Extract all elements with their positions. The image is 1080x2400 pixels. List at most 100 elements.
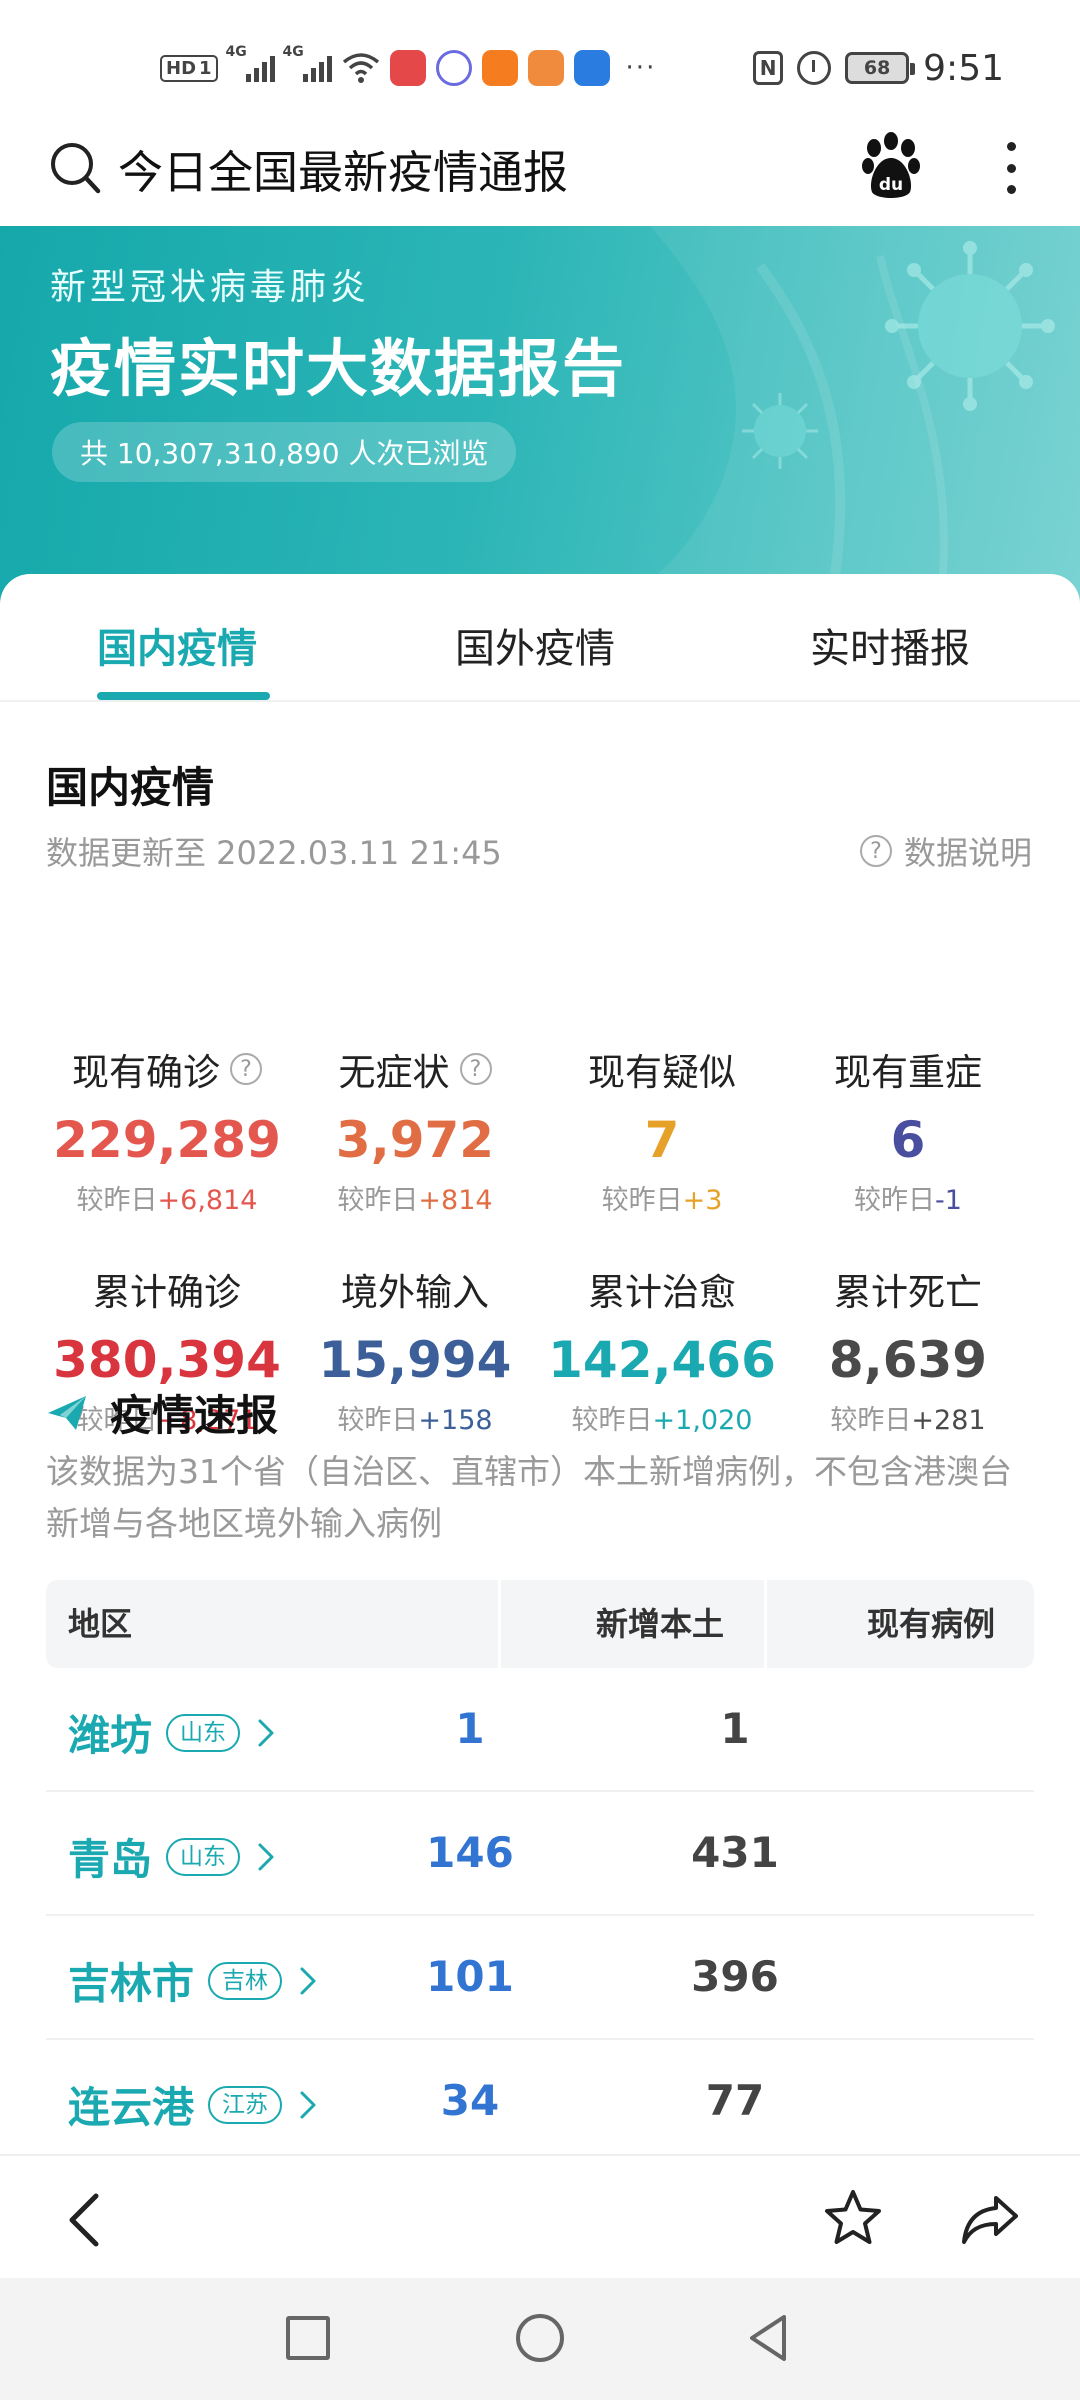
region-cell[interactable]: 吉林市 吉林 [68,1950,320,2011]
more-vertical-icon[interactable] [994,138,1028,198]
network-type-label: 4G [225,44,247,60]
views-count-badge: 共 10,307,310,890 人次已浏览 [52,422,517,482]
stat-value: 8,639 [828,1331,988,1389]
stat-label-wrap: 累计死亡 [783,1264,1033,1314]
stat-delta-prefix: 较昨日 [76,1185,158,1216]
data-note-link[interactable]: ? 数据说明 [859,828,1032,874]
cell-signal-icon: 4G [226,44,275,82]
current-cases-cell: 77 [705,2076,765,2125]
chevron-right-icon[interactable] [254,1715,278,1751]
stat-value: 3,972 [335,1111,495,1169]
region-name[interactable]: 吉林市 [68,1950,194,2011]
table-row[interactable]: 吉林市 吉林 101 396 [46,1916,1034,2040]
banner-title: 疫情实时大数据报告 [50,332,627,405]
stat-value: 15,994 [318,1331,512,1389]
share-icon[interactable] [960,2190,1020,2246]
home-button[interactable] [516,2314,564,2362]
stat-value: 6 [890,1111,926,1169]
status-left: HD 1 4G 4G ··· [160,44,656,90]
baidu-paw-icon[interactable]: du [858,132,924,202]
new-local-cell: 34 [440,2076,500,2125]
music-app-icon [435,50,472,86]
table-row[interactable]: 连云港 江苏 34 77 [46,2040,1034,2164]
stat-label: 无症状 [338,1051,450,1094]
tab-bar: 国内疫情 国外疫情 实时播报 [0,574,1080,702]
stat-label: 现有确诊 [72,1051,220,1094]
flash-title: 疫情速报 [110,1391,279,1440]
chevron-right-icon[interactable] [254,1839,278,1875]
cell-signal-icon-2: 4G [283,44,332,82]
stat-value: 7 [644,1111,680,1169]
stat-value: 142,466 [548,1331,776,1389]
tab-domestic[interactable]: 国内疫情 [97,616,257,674]
chevron-right-icon[interactable] [296,2087,320,2123]
region-name[interactable]: 青岛 [68,1826,152,1887]
book-app-icon [389,50,426,86]
province-badge: 山东 [166,1713,241,1752]
stat-card: 无症状? 3,972 较昨日+814 [290,1044,540,1217]
content-card: 国内疫情 国外疫情 实时播报 国内疫情 数据更新至 2022.03.11 21:… [0,574,1080,2164]
video-app-icon [481,50,518,86]
page-title[interactable]: 今日全国最新疫情通报 [118,136,568,201]
stat-delta: 较昨日+814 [290,1178,540,1217]
current-cases-cell: 396 [691,1952,779,2001]
region-name[interactable]: 连云港 [68,2074,194,2135]
browser-toolbar [0,2154,1080,2278]
stat-delta-value: +6,814 [157,1185,258,1216]
tab-live[interactable]: 实时播报 [810,616,970,674]
system-nav-bar [0,2278,1080,2400]
stat-label-wrap: 无症状? [290,1044,540,1094]
status-bar: HD 1 4G 4G ··· N 68 9:51 [0,0,1080,118]
stat-delta-value: +1,020 [652,1405,753,1436]
stat-label-wrap: 现有确诊? [42,1044,292,1094]
info-icon[interactable]: ? [230,1053,262,1085]
new-local-cell: 101 [426,1952,514,2001]
province-badge: 江苏 [208,2085,283,2124]
app-header: 今日全国最新疫情通报 du [0,118,1080,226]
table-row[interactable]: 潍坊 山东 1 1 [46,1668,1034,1792]
province-badge: 山东 [166,1837,241,1876]
hd-voice-indicator: HD 1 [160,54,218,82]
heart-app-icon [527,50,564,86]
star-icon[interactable] [822,2188,884,2248]
province-badge: 吉林 [208,1961,283,2000]
info-icon[interactable]: ? [459,1053,492,1085]
stat-value: 229,289 [53,1111,281,1169]
stat-card: 累计治愈 142,466 较昨日+1,020 [537,1264,787,1437]
stat-delta-value: +814 [418,1185,493,1216]
current-cases-cell: 431 [691,1828,779,1877]
new-local-cell: 1 [455,1704,485,1753]
update-timestamp: 数据更新至 2022.03.11 21:45 [46,834,502,872]
chevron-right-icon[interactable] [296,1963,320,1999]
stat-label: 累计确诊 [93,1271,241,1314]
search-icon[interactable] [48,138,104,198]
wifi-icon [342,53,379,83]
bulb-app-icon [573,50,610,86]
stat-delta-value: +281 [911,1405,986,1436]
table-row[interactable]: 青岛 山东 146 431 [46,1792,1034,1916]
stat-delta: 较昨日+281 [783,1398,1033,1437]
flash-header: 疫情速报 [46,1382,278,1443]
stat-card: 累计死亡 8,639 较昨日+281 [783,1264,1033,1437]
back-icon[interactable] [60,2190,110,2250]
region-cell[interactable]: 潍坊 山东 [68,1702,278,1763]
current-cases-cell: 1 [720,1704,750,1753]
stat-delta: 较昨日+1,020 [537,1398,787,1437]
flash-description: 该数据为31个省（自治区、直辖市）本土新增病例，不包含港澳台新增与各地区境外输入… [46,1452,1012,1543]
stat-label-wrap: 境外输入 [290,1264,540,1314]
region-name[interactable]: 潍坊 [68,1702,152,1763]
help-icon: ? [859,835,892,867]
col-current: 现有病例 [866,1605,995,1643]
region-cell[interactable]: 连云港 江苏 [68,2074,320,2135]
stat-delta: 较昨日+6,814 [42,1178,292,1217]
tab-overseas[interactable]: 国外疫情 [455,616,615,674]
region-cell[interactable]: 青岛 山东 [68,1826,278,1887]
col-new-local: 新增本土 [595,1605,724,1643]
recents-button[interactable] [286,2316,330,2360]
stat-card: 境外输入 15,994 较昨日+158 [290,1264,540,1437]
stat-value: 380,394 [53,1331,281,1389]
stat-label-wrap: 累计确诊 [42,1264,292,1314]
system-back-button[interactable] [744,2312,792,2364]
stat-label-wrap: 现有重症 [783,1044,1033,1094]
network-type-label-2: 4G [282,44,304,60]
